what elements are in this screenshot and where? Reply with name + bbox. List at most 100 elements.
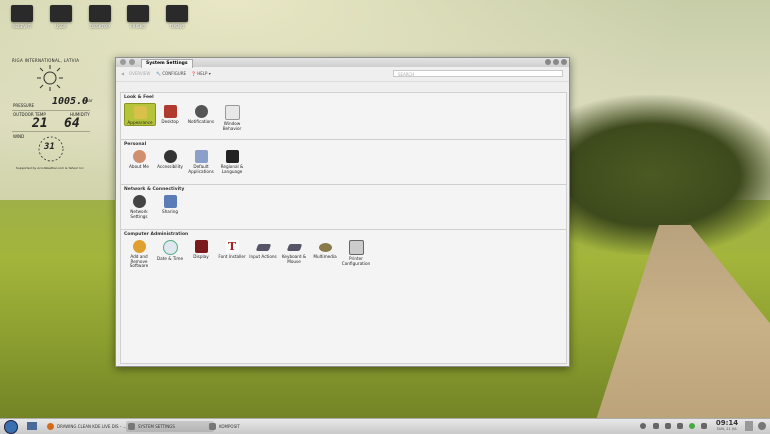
taskbar: DRAWING CLEAN KDE LIVE DIS - ... SYSTEM … [0, 418, 770, 434]
settings-item-label: Network Settings [130, 209, 148, 219]
settings-item-label: Regional & Language [220, 164, 244, 174]
settings-item-multimedia[interactable]: Multimedia [310, 240, 340, 260]
desktop-icon [163, 105, 177, 118]
help-button[interactable]: ❓ HELP ▾ [191, 71, 211, 76]
settings-item-label: Window Behavior [222, 121, 242, 131]
kickoff-menu-icon[interactable] [4, 420, 18, 434]
section-title: Look & Feel [124, 95, 154, 100]
settings-item-about-me[interactable]: About Me [124, 150, 154, 170]
settings-item-label: Input Actions [249, 254, 277, 259]
maximize-button[interactable] [553, 59, 559, 65]
settings-item-printer-configuration[interactable]: Printer Configuration [341, 240, 371, 266]
desktop-icon-label: RELEVITI [12, 24, 32, 29]
window-behavior-icon [224, 105, 240, 120]
printer-icon [348, 240, 364, 255]
settings-item-date-time[interactable]: Date & Time [155, 240, 185, 262]
regional-language-icon [225, 150, 239, 163]
about-me-icon [132, 150, 146, 163]
font-installer-icon: T [225, 240, 239, 253]
display-icon [194, 240, 208, 253]
trash-icon[interactable] [745, 421, 753, 431]
settings-item-appearance[interactable]: Appearance [124, 103, 156, 126]
divider [12, 110, 90, 111]
show-desktop-icon[interactable] [27, 422, 37, 430]
clock[interactable]: 09:14 SUN, 21 JUL [715, 419, 739, 431]
settings-item-label: Desktop [161, 119, 179, 124]
settings-item-add-remove-software[interactable]: Add and Remove Software [124, 240, 154, 269]
desktop-icon-label: USBP [55, 24, 67, 29]
task-komposit[interactable]: KOMPOSIT [207, 421, 289, 432]
desktop-icon-label: TUSNO [169, 24, 185, 29]
settings-item-default-applications[interactable]: Default Applications [186, 150, 216, 174]
wind-value: 31 [44, 142, 55, 152]
window-titlebar[interactable]: System Settings [116, 58, 569, 68]
clock-time: 09:14 [715, 419, 739, 427]
settings-item-label: Add and Remove Software [129, 254, 149, 269]
appearance-icon [133, 106, 147, 119]
configure-button[interactable]: 🔧 CONFIGURE [156, 71, 186, 76]
panel-toolbox-icon[interactable] [758, 422, 766, 430]
section-personal: Personal About Me Accessibility Default … [121, 139, 566, 184]
back-icon[interactable]: ◀ [121, 71, 124, 76]
settings-item-label: About Me [129, 164, 149, 169]
pressure-unit: mbar [82, 98, 93, 103]
overview-button[interactable]: OVERVIEW [129, 71, 150, 76]
humidity-value: 64 [64, 116, 80, 131]
settings-item-notifications[interactable]: Notifications [186, 105, 216, 125]
settings-content: Look & Feel Appearance Desktop Notificat… [120, 92, 567, 364]
desktop-icon-usbp[interactable]: USBP [41, 5, 81, 29]
firefox-icon [47, 423, 54, 430]
volume-icon[interactable] [665, 423, 671, 429]
tray-battery-icon[interactable] [677, 423, 683, 429]
settings-item-accessibility[interactable]: Accessibility [155, 150, 185, 170]
system-settings-icon [128, 423, 135, 430]
minimize-button[interactable] [545, 59, 551, 65]
desktop-icon-relevit[interactable]: RELEVITI [2, 5, 42, 29]
desktop-icon-tusno[interactable]: TUSNO [157, 5, 197, 29]
section-computer-administration: Computer Administration Add and Remove S… [121, 229, 566, 280]
desktop-icon-label: DESKTOP [90, 24, 110, 29]
tray-clipboard-icon[interactable] [653, 423, 659, 429]
pressure-label: PRESSURE [13, 103, 35, 108]
desktop-icon-frisko[interactable]: FRISKO [118, 5, 158, 29]
settings-item-network-settings[interactable]: Network Settings [124, 195, 154, 219]
window-toolbar: ◀ OVERVIEW 🔧 CONFIGURE ❓ HELP ▾ SEARCH [116, 67, 569, 82]
settings-item-font-installer[interactable]: T Font Installer [217, 240, 247, 260]
settings-item-input-actions[interactable]: Input Actions [248, 240, 278, 260]
task-browser[interactable]: DRAWING CLEAN KDE LIVE DIS - ... [45, 421, 135, 432]
section-title: Network & Connectivity [124, 187, 185, 192]
weather-widget: RIGA INTERNATIONAL, LATVIA PRESSURE 1005… [12, 58, 93, 173]
settings-item-label: Date & Time [156, 256, 184, 261]
settings-item-label: Font Installer [218, 254, 246, 259]
settings-item-sharing[interactable]: Sharing [155, 195, 185, 215]
task-system-settings[interactable]: SYSTEM SETTINGS [126, 421, 214, 432]
settings-item-window-behavior[interactable]: Window Behavior [217, 105, 247, 131]
task-label: KOMPOSIT [219, 424, 240, 429]
network-tray-icon[interactable] [701, 423, 707, 429]
clock-date: SUN, 21 JUL [716, 427, 738, 431]
update-notifier-icon[interactable] [689, 423, 695, 429]
tray-arrow-icon[interactable] [640, 423, 646, 429]
task-label: SYSTEM SETTINGS [138, 424, 175, 429]
settings-item-label: Printer Configuration [341, 256, 371, 266]
close-button[interactable] [561, 59, 567, 65]
weather-credit: Supported by AccuWeather.com & Yahoo! In… [16, 166, 84, 170]
search-input[interactable]: SEARCH [393, 70, 563, 77]
settings-item-display[interactable]: Display [186, 240, 216, 260]
view-tabs: General Advanced [120, 82, 180, 101]
settings-item-keyboard-mouse[interactable]: Keyboard & Mouse [279, 240, 309, 264]
pin-icon[interactable] [129, 59, 135, 65]
sharing-icon [163, 195, 177, 208]
network-settings-icon [132, 195, 146, 208]
weather-location: RIGA INTERNATIONAL, LATVIA [12, 58, 80, 63]
divider [12, 131, 90, 132]
section-title: Personal [124, 142, 147, 147]
desktop-icon-desktop[interactable]: DESKTOP [80, 5, 120, 29]
settings-item-regional-language[interactable]: Regional & Language [217, 150, 247, 174]
window-menu-icon[interactable] [120, 59, 126, 65]
settings-item-label: Appearance [127, 120, 153, 125]
sun-icon [37, 65, 63, 91]
task-label: DRAWING CLEAN KDE LIVE DIS - ... [57, 424, 127, 429]
settings-item-desktop[interactable]: Desktop [155, 105, 185, 125]
settings-item-label: Keyboard & Mouse [281, 254, 307, 264]
